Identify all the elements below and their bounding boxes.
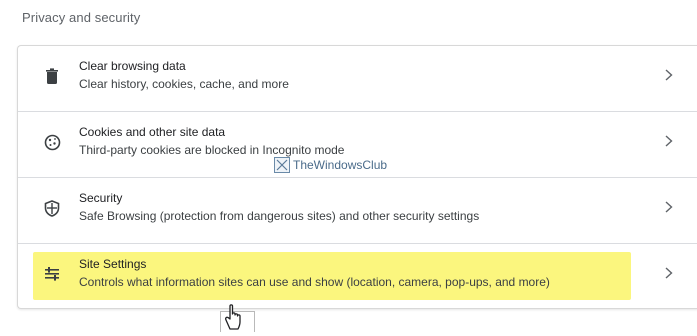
chevron-right-icon [665, 201, 677, 215]
chevron-right-icon [665, 135, 677, 149]
row-description: Safe Browsing (protection from dangerous… [79, 209, 480, 223]
cookie-icon [43, 133, 61, 151]
row-description: Controls what information sites can use … [79, 275, 550, 289]
cursor-outline [220, 311, 255, 332]
sliders-icon [43, 265, 61, 283]
section-title: Privacy and security [22, 10, 141, 25]
chevron-right-icon [665, 69, 677, 83]
row-title: Cookies and other site data [79, 125, 226, 139]
row-title: Security [79, 191, 123, 205]
row-site-settings[interactable]: Site Settings Controls what information … [18, 243, 697, 305]
row-title: Clear browsing data [79, 59, 186, 73]
privacy-security-card: Clear browsing data Clear history, cooki… [17, 45, 697, 309]
chevron-right-icon [665, 267, 677, 281]
row-title: Site Settings [79, 257, 147, 271]
trash-icon [43, 67, 61, 85]
row-cookies[interactable]: Cookies and other site data Third-party … [18, 111, 697, 173]
row-description: Third-party cookies are blocked in Incog… [79, 143, 345, 157]
row-clear-browsing-data[interactable]: Clear browsing data Clear history, cooki… [18, 46, 697, 108]
shield-icon [43, 199, 61, 217]
row-description: Clear history, cookies, cache, and more [79, 77, 289, 91]
row-security[interactable]: Security Safe Browsing (protection from … [18, 177, 697, 239]
